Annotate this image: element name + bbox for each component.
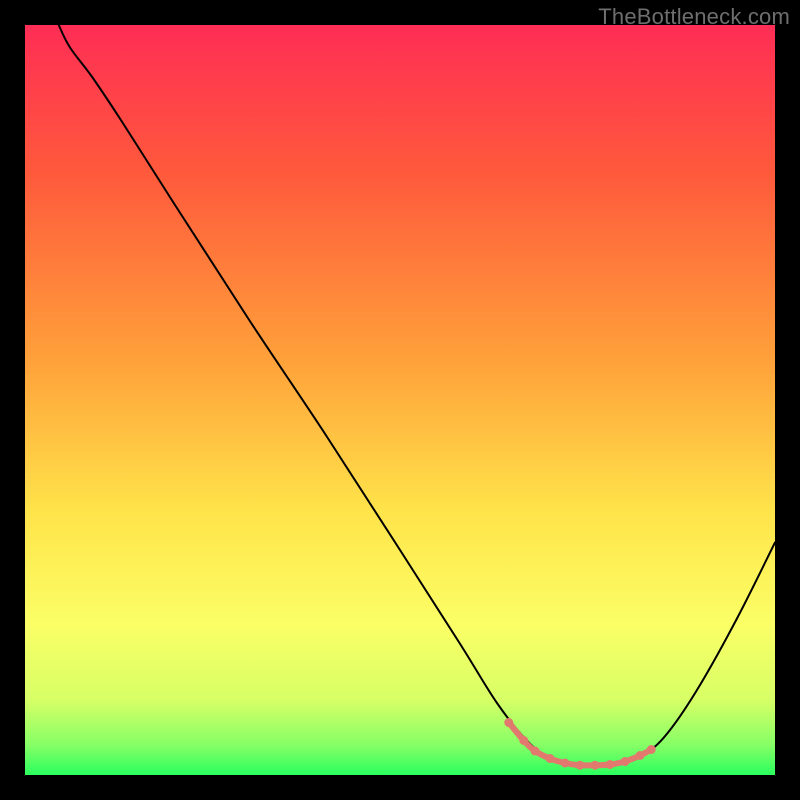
trough-marker xyxy=(591,761,600,770)
trough-marker xyxy=(647,745,656,754)
trough-marker xyxy=(636,751,645,760)
chart-container: TheBottleneck.com xyxy=(0,0,800,800)
trough-marker xyxy=(561,759,570,768)
gradient-background xyxy=(25,25,775,775)
trough-marker xyxy=(504,718,513,727)
trough-marker xyxy=(606,760,615,769)
trough-marker xyxy=(576,761,585,770)
trough-marker xyxy=(519,736,528,745)
trough-marker xyxy=(621,757,630,766)
plot-area xyxy=(25,25,775,775)
bottleneck-chart xyxy=(25,25,775,775)
trough-marker xyxy=(531,747,540,756)
trough-marker xyxy=(546,754,555,763)
